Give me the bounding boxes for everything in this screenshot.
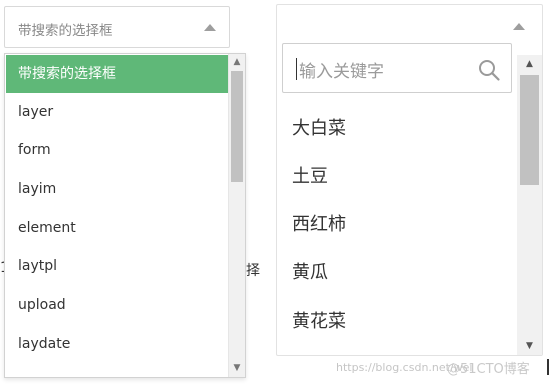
left-option-2[interactable]: form (6, 131, 228, 169)
left-select-box[interactable]: 带搜索的选择框 (4, 6, 230, 48)
search-placeholder: 输入关键字 (299, 62, 384, 82)
left-dropdown-scrollbar[interactable]: ▲ ▼ (228, 54, 245, 377)
text-caret (296, 58, 297, 80)
scroll-up-arrow-icon[interactable]: ▲ (229, 54, 245, 71)
right-option-0[interactable]: 大白菜 (292, 114, 346, 140)
search-icon[interactable] (477, 58, 501, 82)
left-option-0[interactable]: 带搜索的选择框 (6, 55, 228, 93)
triangle-up-icon (204, 24, 216, 31)
right-option-4[interactable]: 黄花菜 (292, 307, 346, 333)
left-option-7[interactable]: laydate (6, 325, 228, 363)
right-option-1[interactable]: 土豆 (292, 162, 328, 188)
left-option-6[interactable]: upload (6, 286, 228, 324)
left-select-value: 带搜索的选择框 (18, 23, 113, 39)
left-select-dropdown: 带搜索的选择框 layer form layim element laytpl … (4, 53, 246, 378)
left-scroll-thumb[interactable] (231, 71, 243, 182)
left-option-1[interactable]: layer (6, 93, 228, 131)
text-cursor-bar (547, 359, 549, 375)
scroll-down-arrow-icon[interactable]: ▼ (229, 360, 245, 377)
screen: 1 择 带搜索的选择框 带搜索的选择框 layer form layim ele… (0, 0, 554, 388)
left-option-5[interactable]: laytpl (6, 247, 228, 285)
left-option-3[interactable]: layim (6, 170, 228, 208)
scroll-down-arrow-icon[interactable]: ▼ (517, 337, 542, 355)
right-option-3[interactable]: 黄瓜 (292, 258, 328, 284)
left-option-4[interactable]: element (6, 209, 228, 247)
right-list-scrollbar[interactable]: ▲ ▼ (517, 55, 542, 355)
search-input[interactable]: 输入关键字 (282, 43, 512, 93)
background-fragment-right: 择 (246, 263, 260, 279)
right-scroll-thumb[interactable] (520, 75, 539, 185)
right-option-2[interactable]: 西红柿 (292, 210, 346, 236)
brand-watermark: @51CTO博客 (447, 362, 530, 377)
scroll-up-arrow-icon[interactable]: ▲ (517, 55, 542, 73)
triangle-up-icon (513, 23, 525, 30)
